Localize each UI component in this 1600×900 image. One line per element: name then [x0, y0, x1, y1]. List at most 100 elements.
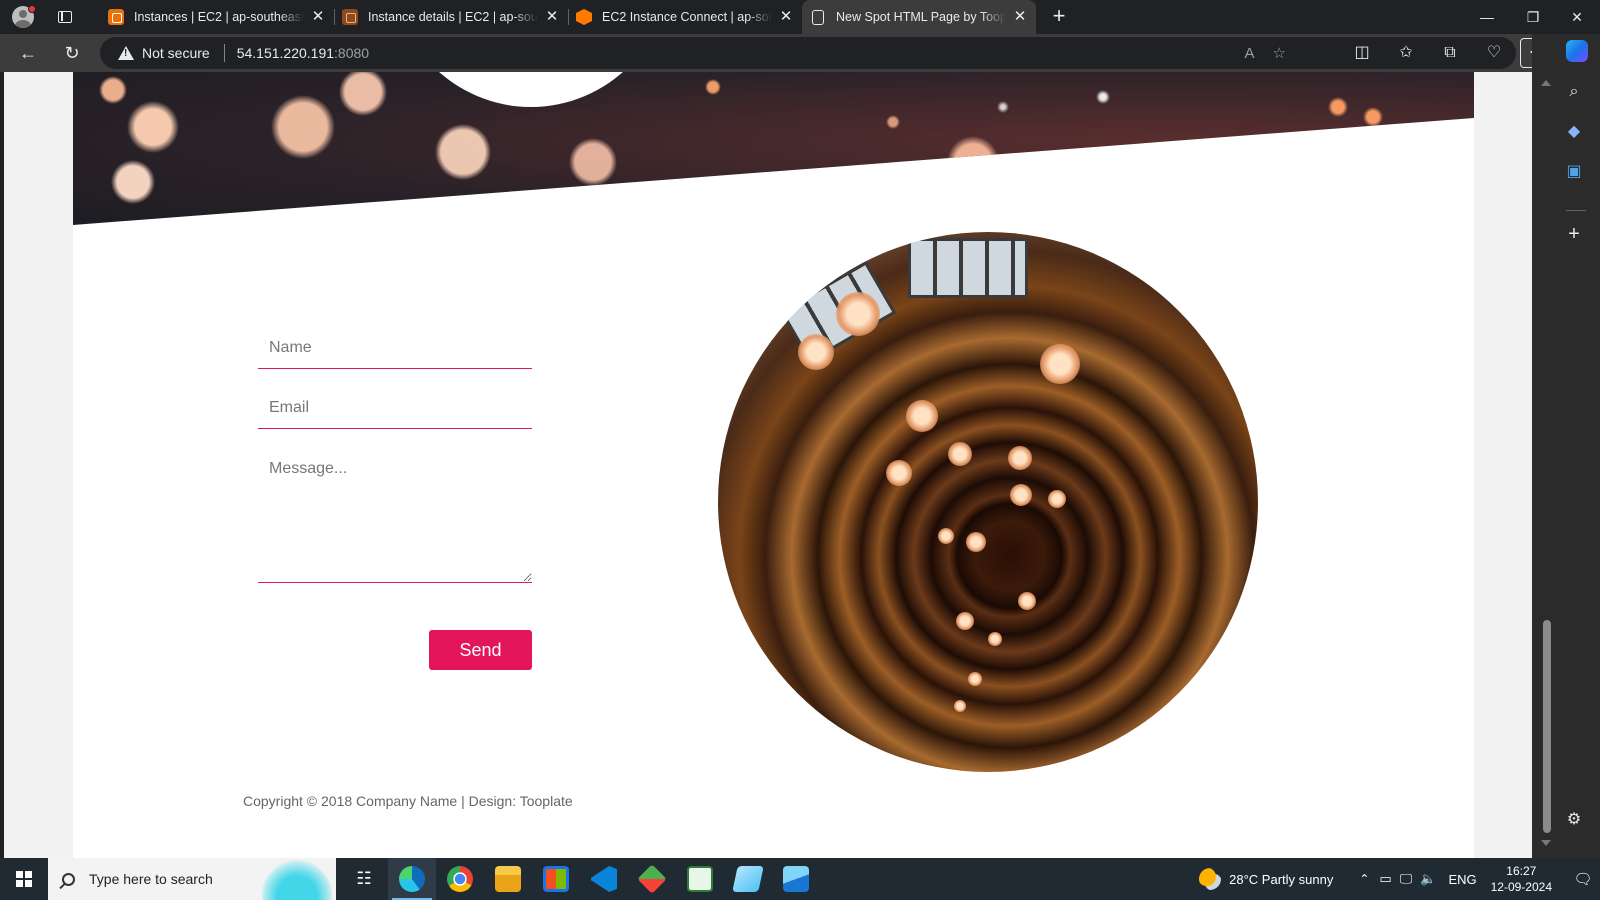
taskbar-search[interactable]: Type here to search [48, 858, 336, 900]
pendant-light [1008, 446, 1032, 470]
security-label[interactable]: Not secure [142, 45, 210, 61]
chrome-icon [447, 866, 473, 892]
windows-taskbar: Type here to search ☷ 28°C Partly sunny … [0, 858, 1600, 900]
search-highlight-illustration [262, 860, 332, 900]
start-button[interactable] [0, 858, 48, 900]
pendant-light [1040, 344, 1080, 384]
system-tray: 28°C Partly sunny ⌃ ▭ 🖵 🔈 ENG 16:27 12-0… [1199, 858, 1600, 900]
windows-logo-icon [16, 871, 32, 887]
tab-title: Instances | EC2 | ap-southeast-1 [134, 10, 304, 24]
address-bar[interactable]: Not secure 54.151.220.191 :8080 A ☆ [100, 37, 1516, 69]
profile-button[interactable] [8, 2, 38, 32]
taskbar-vscode[interactable] [580, 858, 628, 900]
language-indicator[interactable]: ENG [1448, 872, 1476, 887]
back-button[interactable]: ← [10, 37, 46, 69]
new-tab-button[interactable]: + [1044, 2, 1074, 32]
send-button[interactable]: Send [429, 630, 532, 670]
clock-date: 12-09-2024 [1490, 880, 1552, 894]
scroll-up-arrow[interactable] [1541, 80, 1551, 86]
task-view-button[interactable]: ☷ [340, 858, 388, 900]
taskbar-notepad[interactable] [676, 858, 724, 900]
pendant-light [938, 528, 954, 544]
close-icon[interactable]: ✕ [1012, 9, 1028, 25]
close-icon[interactable]: ✕ [544, 9, 560, 25]
store-icon [543, 866, 569, 892]
close-window-button[interactable]: ✕ [1554, 0, 1600, 34]
sidebar-settings-icon[interactable]: ⚙ [1562, 808, 1586, 832]
search-icon [62, 872, 75, 886]
notifications-icon[interactable]: 🗨 [1566, 858, 1600, 900]
app-icon [732, 866, 764, 892]
vscode-icon [591, 866, 617, 892]
footer-copyright: Copyright © 2018 Company Name | Design: … [243, 793, 573, 809]
taskbar-store[interactable] [532, 858, 580, 900]
folder-icon [495, 866, 521, 892]
ec2-icon [108, 9, 124, 25]
close-icon[interactable]: ✕ [778, 9, 794, 25]
read-aloud-icon[interactable]: A [1245, 45, 1255, 62]
reload-button[interactable]: ↻ [54, 37, 90, 69]
skylight-window [908, 238, 1028, 298]
battery-icon[interactable]: ▭ [1379, 871, 1391, 887]
pendant-light [1048, 490, 1066, 508]
minimize-button[interactable]: — [1464, 0, 1510, 34]
taskbar-git[interactable] [628, 858, 676, 900]
pendant-light [966, 532, 986, 552]
tab-instance-connect[interactable]: EC2 Instance Connect | ap-southeast-1 ✕ [568, 0, 802, 34]
tab-instance-details[interactable]: Instance details | EC2 | ap-southeast-1 … [334, 0, 568, 34]
email-input[interactable] [258, 388, 532, 429]
pendant-light [954, 700, 966, 712]
volume-icon[interactable]: 🔈 [1420, 871, 1436, 887]
browser-essentials-icon[interactable]: ♡ [1472, 37, 1516, 69]
favorites-icon[interactable]: ✩ [1384, 37, 1428, 69]
tab-new-spot[interactable]: New Spot HTML Page by Tooplate ✕ [802, 0, 1036, 34]
notepad-icon [687, 866, 713, 892]
scroll-down-arrow[interactable] [1541, 840, 1551, 846]
toolbar-icons: ◫ ✩ ⧉ ♡ ··· [1340, 34, 1558, 72]
page-icon [812, 9, 824, 25]
workspaces-icon [58, 11, 72, 23]
page-content: Send Copyright © 2018 Company Name | Des… [73, 72, 1474, 858]
chevron-up-icon[interactable]: ⌃ [1359, 872, 1369, 886]
photos-icon [783, 866, 809, 892]
restore-button[interactable]: ❐ [1510, 0, 1556, 34]
pendant-light [886, 460, 912, 486]
copilot-icon[interactable] [1566, 40, 1588, 62]
notification-dot [28, 5, 36, 13]
taskbar-chrome[interactable] [436, 858, 484, 900]
spiral-staircase-photo [718, 232, 1258, 772]
weather-icon[interactable] [1199, 868, 1222, 890]
taskbar-app-blue[interactable] [724, 858, 772, 900]
message-textarea[interactable] [258, 452, 532, 583]
taskbar-photos[interactable] [772, 858, 820, 900]
favorite-star-icon[interactable]: ☆ [1273, 44, 1286, 62]
hero-bokeh-image [73, 72, 1474, 225]
search-placeholder: Type here to search [89, 871, 213, 887]
close-icon[interactable]: ✕ [310, 9, 326, 25]
url-host[interactable]: 54.151.220.191 [237, 45, 334, 61]
collections-icon[interactable]: ⧉ [1428, 37, 1472, 69]
pendant-light [968, 672, 982, 686]
shopping-icon[interactable]: ◆ [1562, 120, 1586, 144]
name-input[interactable] [258, 328, 532, 369]
taskbar-file-explorer[interactable] [484, 858, 532, 900]
add-sidebar-app-icon[interactable]: + [1562, 222, 1586, 246]
edge-icon [399, 866, 425, 892]
pendant-light [906, 400, 938, 432]
network-icon[interactable]: 🖵 [1400, 871, 1413, 887]
tab-title: Instance details | EC2 | ap-southeast-1 [368, 10, 538, 24]
split-screen-icon[interactable]: ◫ [1340, 37, 1384, 69]
warning-icon [118, 46, 134, 60]
url-port[interactable]: :8080 [334, 45, 369, 61]
clock[interactable]: 16:27 12-09-2024 [1491, 863, 1552, 895]
outlook-icon[interactable]: ▣ [1562, 160, 1586, 184]
weather-text[interactable]: 28°C Partly sunny [1229, 872, 1333, 887]
pendant-light [1010, 484, 1032, 506]
tab-actions-menu-button[interactable] [50, 2, 80, 32]
taskbar-edge[interactable] [388, 858, 436, 900]
search-icon[interactable]: ⌕ [1562, 80, 1586, 104]
page-viewport: Send Copyright © 2018 Company Name | Des… [4, 72, 1532, 858]
tab-instances[interactable]: Instances | EC2 | ap-southeast-1 ✕ [100, 0, 334, 34]
scrollbar-thumb[interactable] [1543, 620, 1551, 833]
pendant-light [988, 632, 1002, 646]
